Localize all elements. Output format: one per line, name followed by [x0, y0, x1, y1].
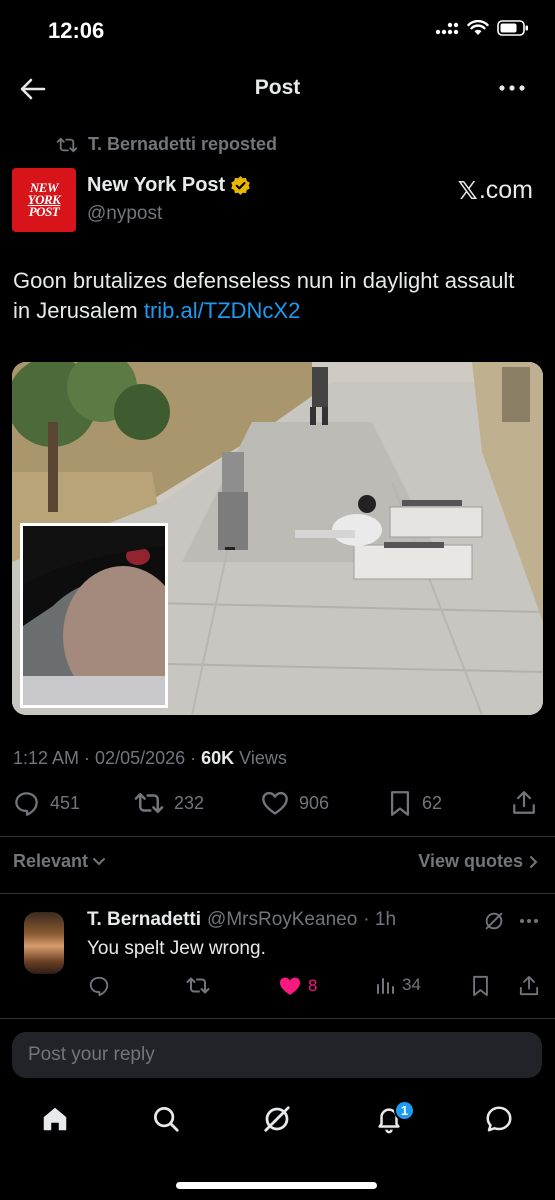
reply-author-handle: @MrsRoyKeaneo — [207, 909, 358, 930]
bookmark-icon — [473, 975, 488, 997]
like-count: 906 — [299, 792, 330, 813]
battery-icon — [497, 20, 528, 36]
reply-input[interactable]: Post your reply — [12, 1032, 542, 1078]
analytics-icon — [377, 978, 394, 994]
share-action-button[interactable] — [512, 790, 536, 816]
repost-icon — [56, 137, 78, 152]
status-time: 12:06 — [48, 18, 105, 43]
reply-views-button[interactable]: 34 — [376, 975, 421, 995]
sort-dropdown[interactable]: Relevant — [13, 851, 106, 872]
reply-top-actions — [483, 910, 539, 932]
grok-icon[interactable] — [483, 910, 505, 932]
page-title: Post — [254, 76, 301, 99]
source-domain: .com — [478, 176, 533, 204]
divider — [0, 836, 555, 837]
nypost-logo: NEW YORK POST — [28, 181, 61, 219]
more-options-button[interactable] — [497, 78, 527, 98]
notification-badge: 1 — [394, 1100, 415, 1121]
reply-comment-button[interactable] — [88, 975, 110, 997]
repost-icon — [186, 977, 210, 994]
status-icons — [435, 20, 529, 36]
reply-action-button[interactable]: 451 — [13, 790, 80, 817]
heart-icon — [262, 791, 288, 815]
x-logo-icon: 𝕏 — [457, 176, 478, 205]
reply-input-placeholder: Post your reply — [28, 1044, 155, 1065]
repost-icon — [134, 793, 164, 813]
like-action-button[interactable]: 906 — [261, 790, 329, 816]
chat-bubble-icon — [486, 1106, 512, 1132]
verified-badge-icon — [231, 175, 250, 196]
nav-search[interactable] — [149, 1102, 183, 1136]
author-avatar[interactable]: NEW YORK POST — [12, 168, 76, 232]
reply-time: · 1h — [363, 909, 397, 930]
nav-grok[interactable] — [260, 1102, 294, 1136]
reply-view-count: 34 — [402, 975, 421, 994]
post-link[interactable]: trib.al/TZDNcX2 — [144, 298, 300, 323]
author-name: New York Post — [87, 174, 226, 196]
reply-header[interactable]: T. Bernadetti @MrsRoyKeaneo · 1h — [87, 909, 396, 931]
views-count: 60K — [201, 748, 235, 768]
meta-separator: · — [185, 748, 202, 768]
grok-icon — [264, 1106, 290, 1132]
comment-icon — [15, 792, 38, 816]
heart-filled-icon — [280, 977, 300, 995]
post-time: 1:12 AM — [13, 748, 80, 768]
home-icon — [43, 1107, 67, 1131]
cellular-icon — [435, 22, 459, 35]
nav-messages[interactable] — [482, 1102, 516, 1136]
chevron-down-icon — [93, 857, 106, 865]
inset-face-image — [23, 526, 165, 705]
wifi-icon — [467, 20, 489, 35]
reply-share-button[interactable] — [519, 975, 539, 997]
nav-home[interactable] — [38, 1102, 72, 1136]
bookmark-count: 62 — [422, 793, 443, 813]
post-text: Goon brutalizes defenseless nun in dayli… — [13, 266, 533, 326]
reply-count: 451 — [50, 793, 81, 813]
inset-photo — [20, 523, 168, 708]
repost-count: 232 — [174, 792, 205, 813]
source-badge: 𝕏 .com — [458, 176, 533, 205]
bookmark-action-button[interactable]: 62 — [388, 790, 442, 817]
logo-line: POST — [28, 204, 60, 219]
reply-avatar[interactable] — [24, 912, 64, 974]
post-meta: 1:12 AM · 02/05/2026 · 60K Views — [13, 748, 287, 769]
author-name-row[interactable]: New York Post — [87, 174, 251, 197]
repost-action-button[interactable]: 232 — [134, 790, 204, 816]
view-quotes-label: View quotes — [418, 851, 523, 871]
post-date: 02/05/2026 — [95, 748, 186, 768]
reply-text: You spelt Jew wrong. — [87, 938, 266, 959]
repost-text: T. Bernadetti reposted — [88, 134, 278, 154]
reply-author-name: T. Bernadetti — [87, 909, 202, 930]
share-icon — [513, 791, 535, 814]
home-indicator[interactable] — [176, 1182, 377, 1189]
comment-icon — [89, 976, 109, 997]
share-icon — [519, 976, 539, 996]
view-quotes-link[interactable]: View quotes — [418, 851, 539, 872]
post-media[interactable] — [12, 362, 543, 715]
repost-context[interactable]: T. Bernadetti reposted — [56, 134, 277, 155]
more-horizontal-icon — [499, 85, 525, 91]
reply-like-button[interactable]: 8 — [278, 975, 317, 997]
search-icon — [154, 1107, 179, 1132]
author-handle[interactable]: @nypost — [87, 203, 162, 225]
sort-label: Relevant — [13, 851, 89, 871]
divider — [0, 893, 555, 894]
more-horizontal-icon[interactable] — [519, 917, 539, 925]
reply-like-count: 8 — [308, 976, 318, 995]
meta-separator: · — [79, 748, 96, 768]
divider — [0, 1018, 555, 1019]
reply-bookmark-button[interactable] — [471, 975, 490, 997]
bookmark-icon — [391, 791, 409, 816]
reply-repost-button[interactable] — [186, 975, 210, 996]
views-label: Views — [234, 748, 287, 768]
chevron-right-icon — [530, 855, 538, 868]
